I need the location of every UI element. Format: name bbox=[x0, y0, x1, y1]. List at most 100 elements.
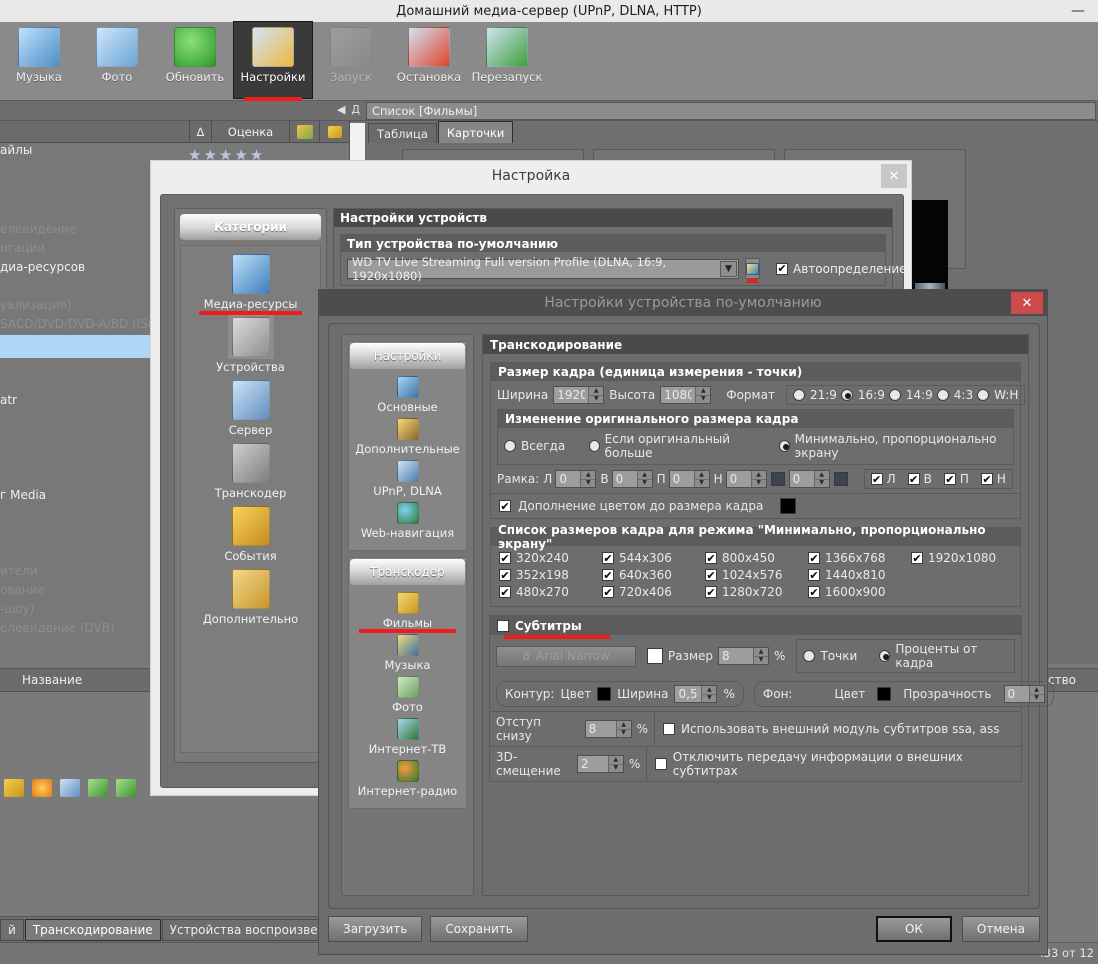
bottom-tab-0[interactable]: й bbox=[0, 919, 24, 941]
subtitle-unit-option-1[interactable]: Проценты от кадра bbox=[879, 642, 1008, 670]
autodetect-check-mark[interactable]: ✔ bbox=[776, 263, 788, 275]
margin-check-Л[interactable]: ✔Л bbox=[871, 472, 896, 486]
fill-color-swatch[interactable] bbox=[780, 498, 796, 514]
subtitles-size-input[interactable] bbox=[719, 648, 753, 664]
disable-external-option[interactable]: ✔ Отключить передачу информации о внешни… bbox=[647, 747, 1021, 781]
margin-field-П[interactable]: П▲▼ bbox=[657, 470, 710, 488]
format-option-0[interactable]: 21:9 bbox=[793, 388, 837, 402]
size-checkbox[interactable]: ✔ bbox=[705, 569, 717, 581]
nav-item-1-3[interactable]: Интернет-ТВ bbox=[349, 716, 466, 756]
selected-row[interactable] bbox=[0, 335, 150, 358]
autodetect-checkbox[interactable]: ✔ Автоопределение bbox=[776, 262, 907, 276]
size-checkbox[interactable]: ✔ bbox=[705, 552, 717, 564]
shift3d-stepper[interactable]: ▲▼ bbox=[577, 755, 624, 773]
toolbar-button-5[interactable]: Остановка bbox=[390, 22, 468, 98]
nav-item-0-0[interactable]: Основные bbox=[349, 374, 466, 414]
outline-width-input[interactable] bbox=[675, 686, 701, 702]
toolbar-button-6[interactable]: Перезапуск bbox=[468, 22, 546, 98]
size-checkbox[interactable]: ✔ bbox=[499, 586, 511, 598]
bottom-margin-input[interactable] bbox=[586, 721, 616, 737]
load-button[interactable]: Загрузить bbox=[328, 916, 422, 942]
margin-check-В[interactable]: ✔В bbox=[908, 472, 932, 486]
category-item-2[interactable]: Сервер bbox=[181, 378, 320, 437]
width-stepper[interactable]: ▲▼ bbox=[553, 386, 604, 404]
width-spin-buttons[interactable]: ▲▼ bbox=[588, 387, 603, 403]
disable-external-checkbox[interactable]: ✔ bbox=[655, 758, 666, 770]
nav-item-0-3[interactable]: Web-навигация bbox=[349, 500, 466, 540]
grid-col-people-icon[interactable] bbox=[290, 121, 320, 142]
margin-spin-buttons[interactable]: ▲▼ bbox=[751, 471, 766, 487]
toolbar-button-3[interactable]: Настройки bbox=[234, 22, 312, 98]
grid-col-key-icon[interactable] bbox=[320, 121, 350, 142]
size-checkbox[interactable]: ✔ bbox=[602, 552, 614, 564]
ok-button[interactable]: ОК bbox=[876, 916, 952, 942]
device-profile-combo[interactable]: WD TV Live Streaming Full version Profil… bbox=[347, 259, 739, 279]
margin-spin-buttons[interactable]: ▲▼ bbox=[637, 471, 652, 487]
media-type-iconbar[interactable] bbox=[0, 773, 150, 803]
size-checkbox[interactable]: ✔ bbox=[602, 586, 614, 598]
size-option-1920x1080[interactable]: ✔1920x1080 bbox=[911, 551, 1014, 565]
nav-right-icon[interactable]: Д bbox=[351, 103, 360, 116]
transparency-stepper[interactable]: ▲▼ bbox=[1004, 685, 1045, 703]
sizes-list[interactable]: ✔320x240✔544x306✔800x450✔1366x768✔1920x1… bbox=[491, 546, 1020, 606]
bottom-margin-stepper[interactable]: ▲▼ bbox=[585, 720, 632, 738]
height-stepper[interactable]: ▲▼ bbox=[660, 386, 711, 404]
grid-col-blank[interactable] bbox=[0, 121, 190, 142]
nav-item-1-2[interactable]: Фото bbox=[349, 674, 466, 714]
tab-tablica[interactable]: Таблица bbox=[368, 123, 437, 143]
fill-color-checkbox[interactable]: ✔ bbox=[499, 500, 511, 512]
size-checkbox[interactable]: ✔ bbox=[808, 586, 820, 598]
toolbar-button-4[interactable]: Запуск bbox=[312, 22, 390, 98]
category-item-4[interactable]: События bbox=[181, 504, 320, 563]
format-radio[interactable] bbox=[841, 389, 853, 401]
size-option-720x406[interactable]: ✔720x406 bbox=[602, 585, 705, 599]
chevron-down-icon[interactable]: ▼ bbox=[720, 261, 737, 277]
nav-item-0-2[interactable]: UPnP, DLNA bbox=[349, 458, 466, 498]
format-radio[interactable] bbox=[977, 389, 989, 401]
margin-side-checks[interactable]: ✔Л✔В✔П✔Н bbox=[864, 469, 1013, 489]
resize-radio[interactable] bbox=[504, 440, 516, 452]
size-checkbox[interactable]: ✔ bbox=[499, 569, 511, 581]
folder-yellow-icon[interactable] bbox=[4, 779, 24, 797]
margin-check-box[interactable]: ✔ bbox=[908, 473, 920, 485]
subtitle-unit-radio[interactable] bbox=[879, 650, 890, 662]
format-option-3[interactable]: 4:3 bbox=[937, 388, 973, 402]
size-checkbox[interactable]: ✔ bbox=[602, 569, 614, 581]
category-item-3[interactable]: Транскодер bbox=[181, 441, 320, 500]
margin-check-box[interactable]: ✔ bbox=[871, 473, 883, 485]
category-item-0[interactable]: Медиа-ресурсы bbox=[181, 252, 320, 311]
category-item-5[interactable]: Дополнительно bbox=[181, 567, 320, 626]
grid-col-sort-icon[interactable]: ∆ bbox=[190, 121, 212, 142]
margin-stepper[interactable]: ▲▼ bbox=[669, 470, 710, 488]
margin-check-box[interactable]: ✔ bbox=[981, 473, 993, 485]
size-option-480x270[interactable]: ✔480x270 bbox=[499, 585, 602, 599]
margin-extra-input[interactable] bbox=[790, 471, 814, 487]
size-option-544x306[interactable]: ✔544x306 bbox=[602, 551, 705, 565]
margin-input[interactable] bbox=[670, 471, 694, 487]
margin-color-swatch-1[interactable] bbox=[771, 472, 785, 486]
size-option-1440x810[interactable]: ✔1440x810 bbox=[808, 568, 911, 582]
height-input[interactable] bbox=[661, 387, 695, 403]
resize-option-0[interactable]: Всегда bbox=[504, 439, 565, 453]
size-option-1600x900[interactable]: ✔1600x900 bbox=[808, 585, 911, 599]
magic-wand-icon[interactable] bbox=[745, 258, 760, 279]
size-checkbox[interactable]: ✔ bbox=[499, 552, 511, 564]
subtitles-size-stepper[interactable]: ▲▼ bbox=[718, 647, 769, 665]
margin-extra-stepper[interactable]: ▲▼ bbox=[789, 470, 830, 488]
format-radio[interactable] bbox=[889, 389, 901, 401]
width-input[interactable] bbox=[554, 387, 588, 403]
margin-check-box[interactable]: ✔ bbox=[944, 473, 956, 485]
margin-spin-buttons[interactable]: ▲▼ bbox=[694, 471, 709, 487]
bottom-margin-spin-buttons[interactable]: ▲▼ bbox=[616, 721, 631, 737]
height-spin-buttons[interactable]: ▲▼ bbox=[695, 387, 710, 403]
size-option-800x450[interactable]: ✔800x450 bbox=[705, 551, 808, 565]
transparency-input[interactable] bbox=[1005, 686, 1029, 702]
transparency-spin-buttons[interactable]: ▲▼ bbox=[1029, 686, 1044, 702]
margin-input[interactable] bbox=[556, 471, 580, 487]
close-icon[interactable]: ✕ bbox=[1011, 292, 1043, 314]
save-button[interactable]: Сохранить bbox=[430, 916, 528, 942]
tab-kartochki[interactable]: Карточки bbox=[438, 121, 513, 143]
outline-color-swatch[interactable] bbox=[597, 687, 611, 701]
size-option-1366x768[interactable]: ✔1366x768 bbox=[808, 551, 911, 565]
format-radio[interactable] bbox=[793, 389, 805, 401]
